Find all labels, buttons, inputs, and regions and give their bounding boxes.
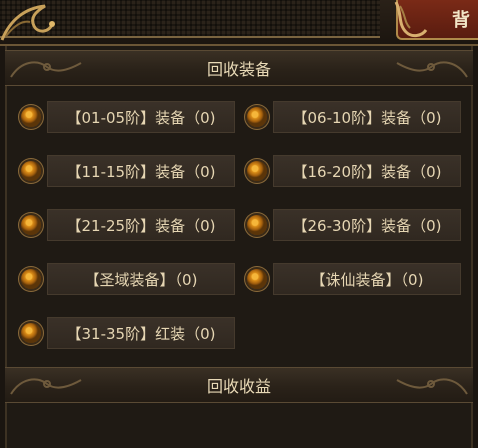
recycle-option-label[interactable]: 【06-10阶】装备（0) [273, 101, 461, 133]
header-flourish-left-icon [10, 378, 82, 395]
recycle-option-11-15[interactable]: 【11-15阶】装备（0) [21, 155, 237, 187]
recycle-option-label[interactable]: 【21-25阶】装备（0) [47, 209, 235, 241]
radio-button[interactable] [21, 323, 41, 343]
recycle-income-title: 回收收益 [206, 377, 271, 396]
tab-scroll-ornament-icon [394, 1, 428, 38]
recycle-income-header: 回收收益 [5, 367, 473, 403]
recycle-option-21-25[interactable]: 【21-25阶】装备（0) [21, 209, 237, 241]
recycle-option-label[interactable]: 【16-20阶】装备（0) [273, 155, 461, 187]
header-flourish-right-icon [396, 378, 468, 395]
recycle-option-label[interactable]: 【26-30阶】装备（0) [273, 209, 461, 241]
recycle-equipment-header: 回收装备 [5, 50, 473, 86]
recycle-option-26-30[interactable]: 【26-30阶】装备（0) [247, 209, 463, 241]
radio-button[interactable] [21, 269, 41, 289]
recycle-option-sacred-domain[interactable]: 【圣域装备】（0) [21, 263, 237, 295]
recycle-option-label[interactable]: 【诛仙装备】（0) [273, 263, 461, 295]
recycle-option-06-10[interactable]: 【06-10阶】装备（0) [247, 101, 463, 133]
radio-button[interactable] [247, 107, 267, 127]
radio-button[interactable] [21, 215, 41, 235]
radio-button[interactable] [21, 161, 41, 181]
radio-button[interactable] [21, 107, 41, 127]
recycle-equipment-title: 回收装备 [206, 60, 271, 79]
recycle-option-label[interactable]: 【圣域装备】（0) [47, 263, 235, 295]
header-flourish-left-icon [10, 61, 82, 78]
radio-button[interactable] [247, 161, 267, 181]
recycle-option-zhuxian[interactable]: 【诛仙装备】（0) [247, 263, 463, 295]
recycle-option-31-35-red[interactable]: 【31-35阶】红装（0) [21, 317, 237, 349]
radio-button[interactable] [247, 215, 267, 235]
recycle-option-16-20[interactable]: 【16-20阶】装备（0) [247, 155, 463, 187]
bag-tab-button[interactable]: 背 [394, 0, 478, 40]
recycle-option-label[interactable]: 【31-35阶】红装（0) [47, 317, 235, 349]
radio-button[interactable] [247, 269, 267, 289]
top-bar: 背 [0, 0, 478, 46]
corner-dragon-ornament-icon [0, 4, 55, 41]
recycle-option-label[interactable]: 【01-05阶】装备（0) [47, 101, 235, 133]
header-flourish-right-icon [396, 61, 468, 78]
recycle-option-01-05[interactable]: 【01-05阶】装备（0) [21, 101, 237, 133]
bag-tab-label: 背 [452, 10, 470, 31]
recycle-option-label[interactable]: 【11-15阶】装备（0) [47, 155, 235, 187]
